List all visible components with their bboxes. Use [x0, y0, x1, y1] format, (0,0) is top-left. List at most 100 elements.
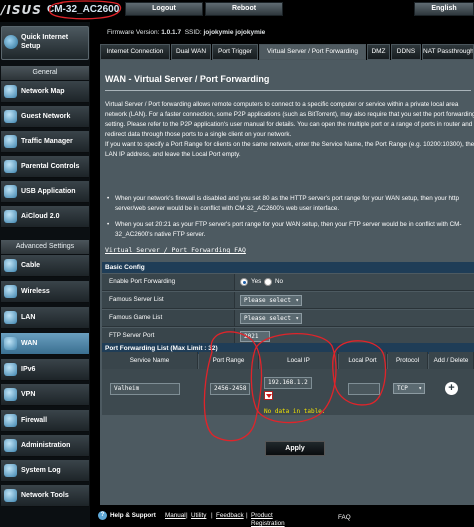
local-ip-input[interactable]: 192.168.1.2 [264, 377, 312, 389]
ssid-label: SSID: [184, 29, 202, 36]
sidebar-item-label: Wireless [21, 288, 50, 295]
sidebar-item-parental-controls[interactable]: Parental Controls [1, 156, 89, 178]
sidebar-item-network-tools[interactable]: Network Tools [1, 485, 89, 507]
sidebar-item-label: Cable [21, 262, 41, 269]
sidebar-item-aicloud[interactable]: AiCloud 2.0 [1, 206, 89, 228]
col-service-name: Service Name [102, 352, 198, 369]
quick-internet-setup-label: Quick Internet Setup [21, 34, 69, 50]
famous-game-select[interactable]: Please select ▾ [240, 313, 302, 324]
sidebar-item-traffic-manager[interactable]: Traffic Manager [1, 131, 89, 153]
reboot-button[interactable]: Reboot [205, 2, 283, 16]
sidebar-item-label: AiCloud 2.0 [21, 213, 60, 220]
sidebar-item-administration[interactable]: Administration [1, 435, 89, 457]
network-map-icon [4, 85, 17, 98]
firmware-ssid-line: Firmware Version: 1.0.1.7 SSID: jojokymi… [107, 29, 265, 36]
settings-panel: WAN - Virtual Server / Port Forwarding V… [100, 60, 474, 505]
port-forwarding-input-row: Valheim 2456-2458 192.168.1.2 TCP ▾ + No… [102, 369, 474, 415]
sidebar-item-vpn[interactable]: VPN [1, 384, 89, 406]
local-port-input[interactable] [348, 383, 380, 395]
ftp-server-port-label: FTP Server Port [102, 328, 235, 344]
famous-game-value: Please select [244, 315, 291, 322]
cable-icon [4, 259, 17, 272]
firewall-icon [4, 414, 17, 427]
sidebar-item-label: System Log [21, 467, 61, 474]
globe-icon [4, 35, 18, 49]
ssid-values: jojokymie jojokymie [203, 29, 266, 36]
wan-globe-icon [4, 337, 17, 350]
system-log-icon [4, 464, 17, 477]
ftp-server-port-input[interactable]: 2021 [240, 331, 270, 342]
sidebar: Quick Internet Setup General Network Map… [0, 22, 90, 527]
chevron-down-icon: ▾ [295, 315, 299, 322]
note-text: When your network's firewall is disabled… [115, 195, 459, 212]
lan-icon [4, 311, 17, 324]
page-title: WAN - Virtual Server / Port Forwarding [105, 74, 270, 84]
sidebar-item-network-map[interactable]: Network Map [1, 81, 89, 103]
sidebar-item-usb-application[interactable]: USB Application [1, 181, 89, 203]
help-support-label: Help & Support [110, 512, 156, 519]
network-tools-icon [4, 489, 17, 502]
parental-controls-icon [4, 160, 17, 173]
col-local-ip: Local IP [260, 352, 338, 369]
tab-dual-wan[interactable]: Dual WAN [171, 44, 211, 60]
famous-server-select[interactable]: Please select ▾ [240, 295, 302, 306]
quick-internet-setup-button[interactable]: Quick Internet Setup [1, 26, 89, 60]
sidebar-item-label: WAN [21, 340, 38, 347]
logout-button[interactable]: Logout [125, 2, 203, 16]
product-registration-link[interactable]: Product Registration [251, 512, 291, 527]
sidebar-item-guest-network[interactable]: Guest Network [1, 106, 89, 128]
manual-link[interactable]: Manual [165, 512, 186, 519]
tab-dmz[interactable]: DMZ [367, 44, 390, 60]
sidebar-item-label: Network Tools [21, 492, 69, 499]
tab-internet-connection[interactable]: Internet Connection [100, 44, 170, 60]
sidebar-item-wireless[interactable]: Wireless [1, 281, 89, 303]
sidebar-item-label: IPv6 [21, 366, 36, 373]
bullet-dot: • [107, 195, 110, 202]
advanced-settings-header: Advanced Settings [1, 240, 89, 254]
port-range-input[interactable]: 2456-2458 [210, 383, 250, 395]
enable-port-forwarding-row: Enable Port Forwarding Yes No [102, 274, 474, 291]
faq-link[interactable]: Virtual Server / Port Forwarding FAQ [105, 246, 246, 254]
router-model: CM-32_AC2600 [47, 4, 120, 15]
tab-port-trigger[interactable]: Port Trigger [212, 44, 258, 60]
sidebar-item-label: VPN [21, 391, 36, 398]
protocol-select[interactable]: TCP ▾ [393, 383, 425, 394]
basic-config-header: Basic Config [102, 262, 474, 273]
feedback-link[interactable]: Feedback [216, 512, 244, 519]
sidebar-item-ipv6[interactable]: IPv6 [1, 359, 89, 381]
tab-virtual-server[interactable]: Virtual Server / Port Forwarding [259, 44, 366, 60]
sidebar-item-firewall[interactable]: Firewall [1, 410, 89, 432]
service-name-input[interactable]: Valheim [110, 383, 180, 395]
sidebar-item-cable[interactable]: Cable [1, 255, 89, 277]
tab-ddns[interactable]: DDNS [391, 44, 421, 60]
traffic-manager-icon [4, 135, 17, 148]
wireless-icon [4, 285, 17, 298]
tab-nat-passthrough[interactable]: NAT Passthrough [422, 44, 474, 60]
enable-yes-radio[interactable] [240, 278, 248, 286]
utility-link[interactable]: Utility [191, 512, 206, 519]
famous-game-row: Famous Game List Please select ▾ [102, 310, 474, 327]
tab-bar: Internet Connection Dual WAN Port Trigge… [100, 44, 474, 60]
col-add-delete: Add / Delete [429, 352, 474, 369]
protocol-value: TCP [397, 385, 408, 392]
sidebar-item-label: Parental Controls [21, 163, 80, 170]
enable-no-radio[interactable] [264, 278, 272, 286]
firmware-label: Firmware Version: [107, 29, 160, 36]
cloud-icon [4, 210, 17, 223]
sidebar-item-lan[interactable]: LAN [1, 307, 89, 329]
sidebar-item-wan[interactable]: WAN [1, 333, 89, 355]
sidebar-item-system-log[interactable]: System Log [1, 460, 89, 482]
col-port-range: Port Range [199, 352, 259, 369]
add-rule-button[interactable]: + [445, 382, 458, 395]
ipv6-icon [4, 363, 17, 376]
client-list-dropdown-icon[interactable] [264, 391, 273, 400]
language-select[interactable]: English [414, 2, 474, 16]
chevron-down-icon: ▾ [418, 385, 422, 392]
firmware-version[interactable]: 1.0.1.7 [161, 29, 181, 36]
administration-icon [4, 439, 17, 452]
famous-server-label: Famous Server List [102, 292, 235, 308]
apply-button[interactable]: Apply [265, 441, 325, 456]
enable-yes-label: Yes [251, 278, 262, 285]
footer: ? Help & Support Manual | Utility | Feed… [95, 508, 474, 527]
sidebar-item-label: Network Map [21, 88, 65, 95]
